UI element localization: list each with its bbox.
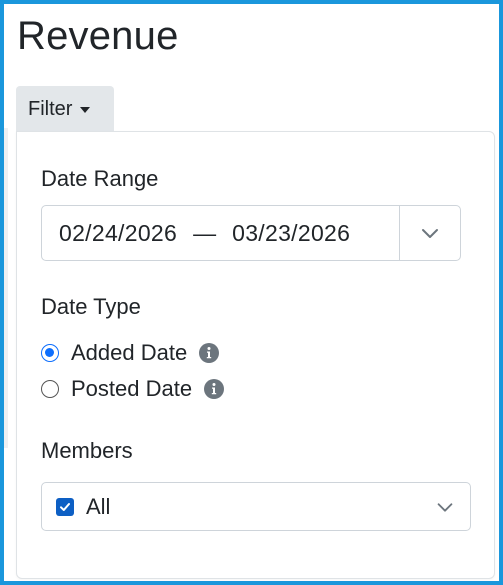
end-date[interactable]: 03/23/2026 [232, 220, 350, 247]
info-circle-icon[interactable] [204, 379, 225, 399]
filter-button-label: Filter [28, 97, 73, 120]
radio-posted-date-label: Posted Date [71, 376, 193, 401]
radio-added-date[interactable]: Added Date [41, 340, 220, 366]
filter-button[interactable]: Filter [16, 86, 114, 132]
page-title: Revenue [17, 14, 179, 58]
date-range-label: Date Range [41, 166, 159, 191]
members-select[interactable]: All [41, 482, 471, 531]
radio-button-unchecked[interactable] [41, 380, 59, 398]
date-range-picker[interactable]: 02/24/2026 — 03/23/2026 [41, 205, 461, 261]
chevron-down-icon[interactable] [434, 496, 456, 518]
app-frame: Revenue Filter Date Range 02/24/2026 — 0… [0, 0, 503, 585]
radio-posted-date[interactable]: Posted Date [41, 376, 225, 402]
members-label: Members [41, 438, 133, 463]
members-selected-value: All [86, 493, 111, 519]
chevron-down-icon[interactable] [418, 221, 442, 245]
checkmark-icon[interactable] [56, 497, 74, 516]
date-type-label: Date Type [41, 294, 141, 319]
caret-down-icon [80, 107, 91, 113]
start-date[interactable]: 02/24/2026 [59, 220, 177, 247]
info-circle-icon[interactable] [199, 343, 220, 363]
background-card-edge [4, 128, 8, 448]
radio-added-date-label: Added Date [71, 340, 188, 365]
date-range-separator: — [193, 219, 217, 246]
date-range-divider [399, 206, 400, 260]
radio-button-checked[interactable] [41, 344, 59, 362]
filter-panel: Date Range 02/24/2026 — 03/23/2026 Date … [16, 131, 495, 579]
